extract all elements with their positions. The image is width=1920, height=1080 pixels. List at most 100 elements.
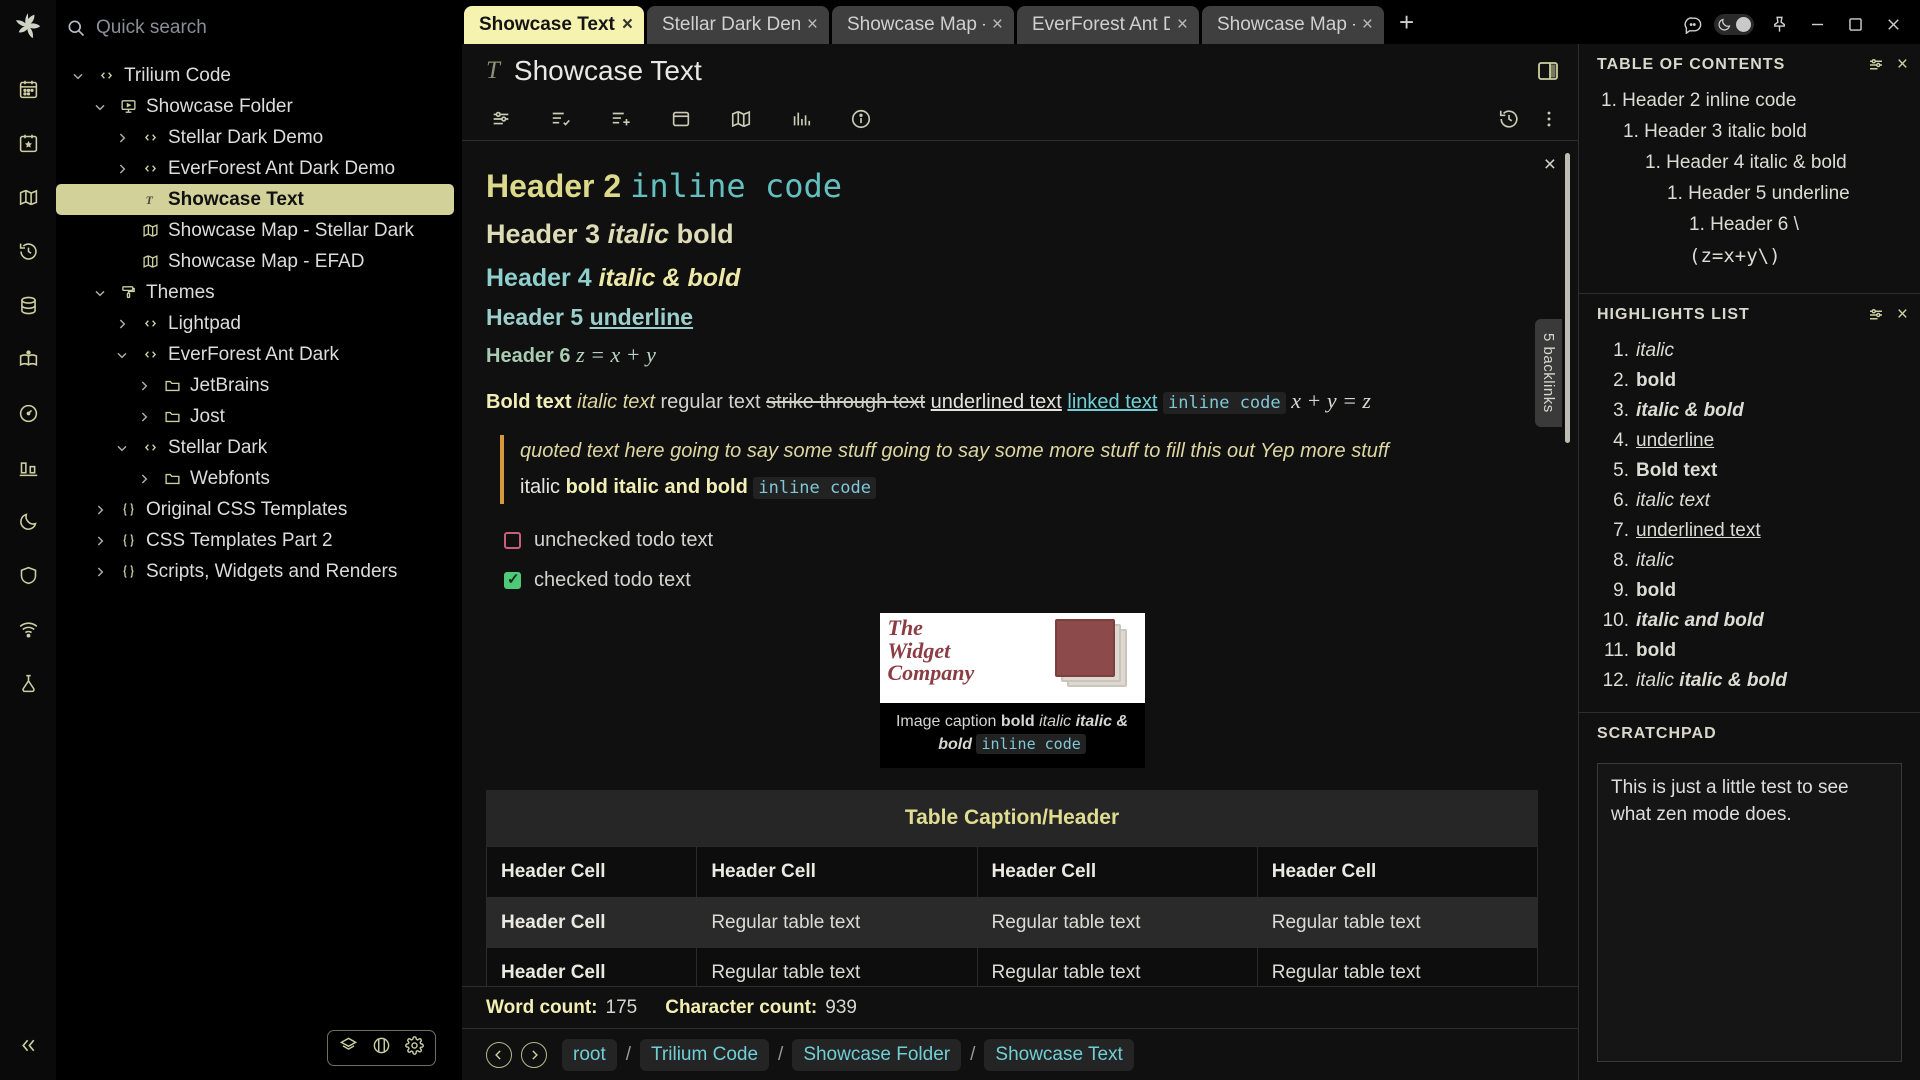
map-icon[interactable] xyxy=(730,108,752,130)
scratchpad-textarea[interactable]: This is just a little test to see what z… xyxy=(1597,763,1902,1062)
highlight-item[interactable]: 8. italic xyxy=(1601,550,1906,572)
toc-item[interactable]: 1. Header 6 \ xyxy=(1601,214,1906,236)
close-note-icon[interactable]: × xyxy=(1544,153,1556,177)
chevron-right-icon[interactable] xyxy=(112,161,132,177)
highlight-item[interactable]: 7. underlined text xyxy=(1601,520,1906,542)
breadcrumb-item-trilium-code[interactable]: Trilium Code xyxy=(640,1038,770,1071)
toc-item[interactable]: 1. Header 4 italic & bold xyxy=(1601,152,1906,174)
rail-item-moon[interactable] xyxy=(8,501,48,541)
tree-item-lightpad[interactable]: Lightpad xyxy=(56,308,454,339)
chevron-down-icon[interactable] xyxy=(112,440,132,456)
chevron-down-icon[interactable] xyxy=(90,99,110,115)
box-icon[interactable] xyxy=(670,108,692,130)
rail-item-gauge[interactable] xyxy=(8,393,48,433)
highlight-item[interactable]: 2. bold xyxy=(1601,370,1906,392)
minimize-icon[interactable] xyxy=(1800,8,1834,40)
chevron-right-icon[interactable] xyxy=(134,409,154,425)
chevron-down-icon[interactable] xyxy=(90,285,110,301)
rail-item-stats[interactable] xyxy=(8,447,48,487)
tree-item-showcase-map-efad[interactable]: Showcase Map - EFAD xyxy=(56,246,454,277)
theme-toggle[interactable] xyxy=(1714,13,1754,35)
rail-item-bookmark-calendar[interactable] xyxy=(8,123,48,163)
highlight-item[interactable]: 11. bold xyxy=(1601,640,1906,662)
toc-item[interactable]: 1. Header 5 underline xyxy=(1601,183,1906,205)
note-content[interactable]: Header 2 inline code Header 3 italic bol… xyxy=(462,141,1578,986)
chevron-right-icon[interactable] xyxy=(112,316,132,332)
close-icon[interactable] xyxy=(1876,8,1910,40)
chevron-down-icon[interactable] xyxy=(68,68,88,84)
highlight-item[interactable]: 3. italic & bold xyxy=(1601,400,1906,422)
toc-item[interactable]: 1. Header 3 italic bold xyxy=(1601,121,1906,143)
tree-item-stellar-dark-demo[interactable]: Stellar Dark Demo xyxy=(56,122,454,153)
toc-close-icon[interactable]: × xyxy=(1897,54,1908,76)
tab-showcase-map[interactable]: Showcase Map - × xyxy=(831,6,1014,44)
rail-item-history[interactable] xyxy=(8,231,48,271)
tab-close-icon[interactable]: × xyxy=(622,14,633,36)
toc-item[interactable]: 1. Header 2 inline code xyxy=(1601,90,1906,112)
tab-showcase-map[interactable]: Showcase Map - × xyxy=(1201,6,1384,44)
toc-item[interactable]: (z=x+y\) xyxy=(1601,245,1906,268)
tab-everforest-ant-d[interactable]: EverForest Ant D × xyxy=(1016,6,1199,44)
gear-icon[interactable] xyxy=(405,1036,424,1060)
tab-showcase-text[interactable]: Showcase Text × xyxy=(464,6,644,44)
rail-item-calendar[interactable] xyxy=(8,69,48,109)
rail-item-database[interactable] xyxy=(8,285,48,325)
tab-close-icon[interactable]: × xyxy=(992,14,1003,36)
tree-item-css-templates-part-2[interactable]: CSS Templates Part 2 xyxy=(56,525,454,556)
sliders-icon[interactable] xyxy=(490,108,512,130)
breadcrumb-item-showcase-folder[interactable]: Showcase Folder xyxy=(792,1038,962,1071)
note-scrollbar-thumb[interactable] xyxy=(1565,153,1570,443)
checkbox-checked-icon[interactable] xyxy=(504,569,521,591)
tree-item-showcase-text[interactable]: T Showcase Text xyxy=(56,184,454,215)
highlight-item[interactable]: 12. italic italic & bold xyxy=(1601,670,1906,692)
comment-icon[interactable] xyxy=(1676,8,1710,40)
highlights-close-icon[interactable]: × xyxy=(1897,304,1908,326)
tree-item-jost[interactable]: Jost xyxy=(56,401,454,432)
highlights-options-icon[interactable] xyxy=(1867,306,1885,324)
chevron-right-icon[interactable] xyxy=(134,378,154,394)
chevron-right-icon[interactable] xyxy=(112,130,132,146)
highlight-item[interactable]: 9. bold xyxy=(1601,580,1906,602)
toggle-right-pane-icon[interactable] xyxy=(1536,59,1560,83)
note-history-icon[interactable] xyxy=(1498,108,1520,130)
info-icon[interactable] xyxy=(850,108,872,130)
chevron-down-icon[interactable] xyxy=(112,347,132,363)
rail-item-flask[interactable] xyxy=(8,663,48,703)
add-list-icon[interactable] xyxy=(610,108,632,130)
todo-item[interactable]: unchecked todo text xyxy=(504,526,1538,555)
tree-item-showcase-map-stellar-dark[interactable]: Showcase Map - Stellar Dark xyxy=(56,215,454,246)
collapse-rail-button[interactable] xyxy=(8,1033,48,1073)
tab-close-icon[interactable]: × xyxy=(1177,14,1188,36)
tree-item-scripts-widgets-and-renders[interactable]: Scripts, Widgets and Renders xyxy=(56,556,454,587)
tree-item-showcase-folder[interactable]: Showcase Folder xyxy=(56,91,454,122)
highlight-item[interactable]: 6. italic text xyxy=(1601,490,1906,512)
zen-mode-icon[interactable] xyxy=(372,1036,391,1060)
tree-item-themes[interactable]: Themes xyxy=(56,277,454,308)
search-input[interactable] xyxy=(96,17,450,39)
rail-item-book[interactable] xyxy=(8,339,48,379)
tree-item-everforest-ant-dark[interactable]: EverForest Ant Dark xyxy=(56,339,454,370)
note-scrollbar[interactable] xyxy=(1565,153,1570,974)
tree-item-trilium-code[interactable]: Trilium Code xyxy=(56,60,454,91)
layers-icon[interactable] xyxy=(339,1036,358,1060)
tree-item-jetbrains[interactable]: JetBrains xyxy=(56,370,454,401)
breadcrumb-item-root[interactable]: root xyxy=(562,1038,617,1071)
todo-item[interactable]: checked todo text xyxy=(504,566,1538,595)
rail-item-wifi[interactable] xyxy=(8,609,48,649)
highlight-item[interactable]: 4. underline xyxy=(1601,430,1906,452)
para-link[interactable]: linked text xyxy=(1067,391,1157,413)
maximize-icon[interactable] xyxy=(1838,8,1872,40)
breadcrumb-item-showcase-text[interactable]: Showcase Text xyxy=(984,1038,1134,1071)
chevron-right-icon[interactable] xyxy=(90,502,110,518)
tree-item-webfonts[interactable]: Webfonts xyxy=(56,463,454,494)
more-icon[interactable] xyxy=(1538,108,1560,130)
tree-item-everforest-ant-dark-demo[interactable]: EverForest Ant Dark Demo xyxy=(56,153,454,184)
toc-options-icon[interactable] xyxy=(1867,56,1885,74)
rail-item-shield[interactable] xyxy=(8,555,48,595)
checkbox-unchecked-icon[interactable] xyxy=(504,532,521,550)
chevron-right-icon[interactable] xyxy=(90,533,110,549)
rail-item-map[interactable] xyxy=(8,177,48,217)
tree-item-original-css-templates[interactable]: Original CSS Templates xyxy=(56,494,454,525)
highlight-item[interactable]: 1. italic xyxy=(1601,340,1906,362)
chevron-right-icon[interactable] xyxy=(134,471,154,487)
